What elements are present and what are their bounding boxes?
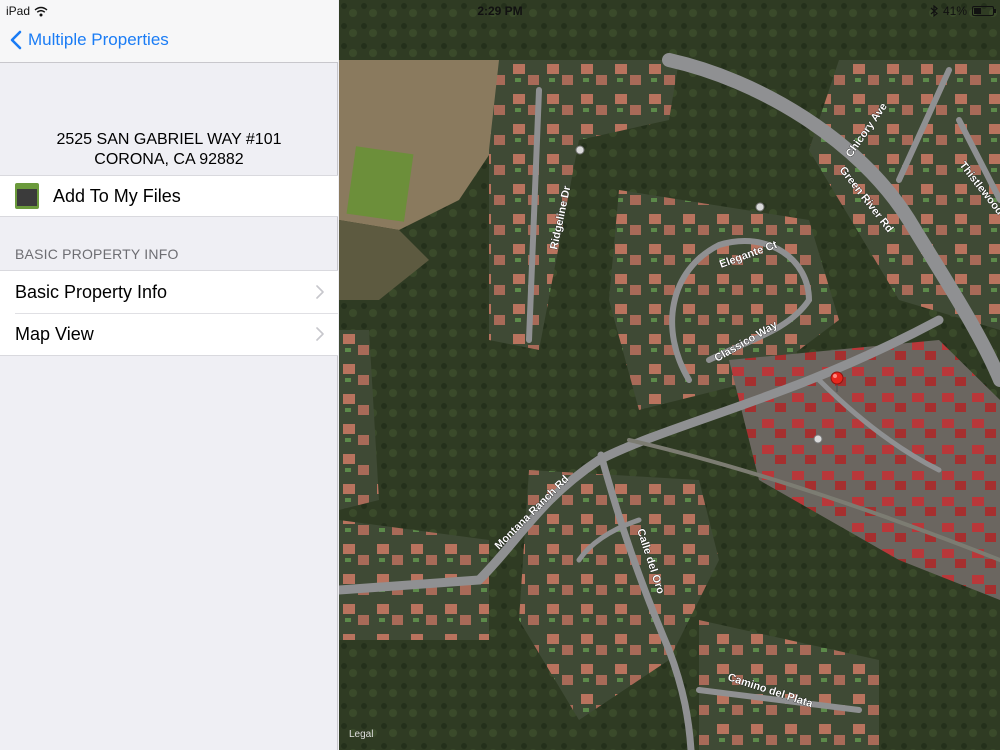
battery-icon [972, 6, 996, 16]
add-to-files-button[interactable]: Add To My Files [0, 175, 338, 217]
map-marker-icon[interactable] [755, 202, 765, 212]
list-item-basic-property-info[interactable]: Basic Property Info [0, 271, 338, 313]
left-pane: Multiple Properties 2525 SAN GABRIEL WAY… [0, 0, 338, 750]
property-info-list: Basic Property Info Map View [0, 270, 338, 356]
chevron-right-icon [316, 285, 324, 299]
list-item-label: Basic Property Info [15, 281, 168, 302]
list-item-label: Map View [15, 323, 94, 344]
bluetooth-icon [930, 5, 938, 17]
add-to-files-label: Add To My Files [53, 185, 181, 206]
battery-percent: 41% [942, 4, 967, 18]
list-item-map-view[interactable]: Map View [0, 313, 338, 355]
address-line-2: CORONA, CA 92882 [94, 151, 244, 168]
map-imagery: Ridgeline Dr Chicory Ave Green River Rd … [339, 0, 1000, 750]
map-marker-icon[interactable] [575, 145, 585, 155]
status-bar: iPad 2:29 PM 41% [0, 0, 1000, 22]
address-line-1: 2525 SAN GABRIEL WAY #101 [56, 131, 282, 148]
folder-icon [15, 183, 39, 209]
chevron-left-icon [10, 30, 22, 50]
map-marker-icon[interactable] [813, 434, 823, 444]
section-header: BASIC PROPERTY INFO [15, 246, 179, 262]
satellite-map[interactable]: Ridgeline Dr Chicory Ave Green River Rd … [339, 0, 1000, 750]
property-address: 2525 SAN GABRIEL WAY #101 CORONA, CA 928… [0, 130, 338, 170]
back-button-label: Multiple Properties [28, 30, 169, 49]
legal-link[interactable]: Legal [349, 729, 373, 740]
status-time: 2:29 PM [477, 4, 523, 18]
back-button[interactable]: Multiple Properties [10, 30, 169, 50]
chevron-right-icon [316, 327, 324, 341]
